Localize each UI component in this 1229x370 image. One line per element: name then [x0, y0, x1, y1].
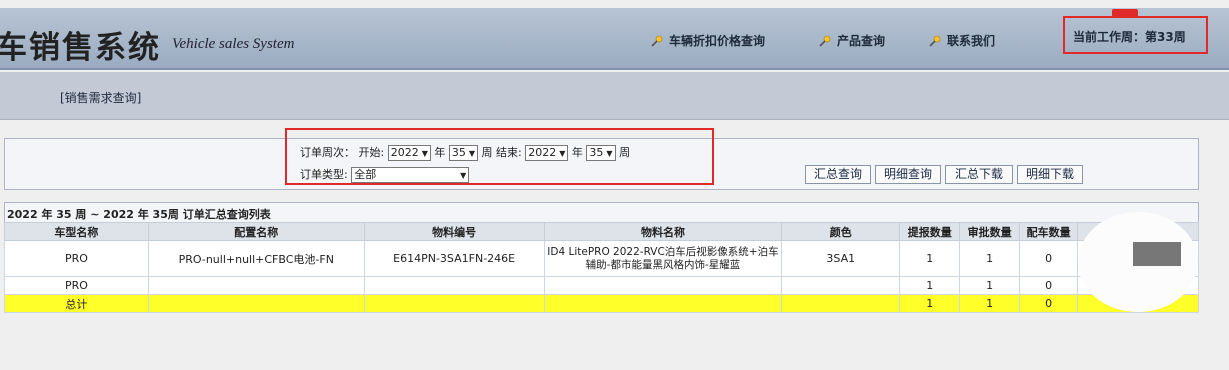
table-header-row: 车型名称 配置名称 物料编号 物料名称 颜色 提报数量 审批数量 配车数量 [4, 222, 1199, 241]
end-year-select[interactable]: 2022 ▼ [525, 145, 569, 161]
chevron-down-icon: ▼ [460, 171, 467, 180]
end-week-select[interactable]: 35 ▼ [586, 145, 616, 161]
breadcrumb-bar: [销售需求查询] [0, 72, 1229, 120]
key-icon [819, 35, 831, 47]
table-cell [543, 276, 783, 295]
table-cell: 1 [959, 240, 1021, 277]
system-subtitle: Vehicle sales System [172, 36, 295, 52]
week-label: 订单周次： [300, 146, 355, 159]
results-panel: 2022 年 35 周 ~ 2022 年 35周 订单汇总查询列表 车型名称 配… [4, 202, 1199, 322]
table-cell: 0 [1019, 276, 1079, 295]
table-cell [147, 276, 365, 295]
table-cell: 3SA1 [781, 240, 901, 277]
table-cell: 1 [959, 276, 1021, 295]
col-header: 颜色 [781, 222, 901, 241]
results-title: 2022 年 35 周 ~ 2022 年 35周 订单汇总查询列表 [4, 202, 1199, 222]
table-cell: 1 [899, 240, 961, 277]
system-title: 车销售系统 [0, 30, 161, 66]
app-header: 车销售系统 Vehicle sales System 车辆折扣价格查询 产品查询… [0, 8, 1229, 70]
start-year-select[interactable]: 2022 ▼ [387, 145, 431, 161]
table-row: PRO 1 1 0 [4, 276, 1199, 295]
week-unit: 周 [619, 146, 631, 159]
end-week-value: 35 [589, 146, 604, 159]
table-total-row: 总计 1 1 0 [4, 294, 1199, 313]
table-cell [781, 276, 901, 295]
col-header: 车型名称 [4, 222, 149, 241]
table-cell: 1 [899, 294, 961, 313]
key-icon [929, 35, 941, 47]
order-type-value: 全部 [354, 168, 377, 181]
table-cell: ID4 LitePRO 2022-RVC泊车后视影像系统+泊车辅助-都市能量黑风… [543, 240, 783, 277]
start-week-select[interactable]: 35 ▼ [448, 145, 479, 161]
col-header: 提报数量 [899, 222, 961, 241]
chevron-down-icon: ▼ [468, 149, 476, 158]
chevron-down-icon: ▼ [559, 149, 566, 158]
table-cell: PRO [4, 276, 149, 295]
col-header: 物料名称 [543, 222, 783, 241]
key-icon [651, 35, 663, 47]
current-work-week: 当前工作周：第33周 [1063, 16, 1208, 54]
year-unit: 年 [571, 146, 583, 159]
nav-discount-price[interactable]: 车辆折扣价格查询 [651, 32, 765, 49]
start-year-value: 2022 [390, 146, 419, 159]
chevron-down-icon: ▼ [606, 149, 613, 158]
week-unit: 周 [481, 146, 493, 159]
nav-discount-price-label: 车辆折扣价格查询 [669, 34, 766, 48]
table-cell [363, 276, 545, 295]
table-cell: 1 [899, 276, 961, 295]
table-cell [363, 294, 545, 313]
detail-query-button[interactable]: 明细查询 [875, 165, 941, 184]
summary-download-button[interactable]: 汇总下载 [945, 165, 1013, 184]
breadcrumb: [销售需求查询] [60, 91, 142, 105]
table-cell: E614PN-3SA1FN-246E [363, 240, 545, 277]
type-label: 订单类型: [300, 168, 348, 181]
table-cell: PRO-null+null+CFBC电池-FN [147, 240, 365, 277]
table-cell: 0 [1019, 294, 1079, 313]
end-label: 结束: [496, 146, 522, 159]
table-cell: 总计 [4, 294, 149, 313]
col-header: 配置名称 [147, 222, 365, 241]
redaction-mark [1133, 242, 1181, 266]
order-type-select[interactable]: 全部 ▼ [351, 167, 470, 183]
week-filter-row: 订单周次： 开始: 2022 ▼ 年 35 ▼ 周 结束: 2022 ▼ 年 35 ▼ … [300, 144, 630, 161]
table-cell [147, 294, 365, 313]
year-unit: 年 [434, 146, 446, 159]
table-cell [543, 294, 783, 313]
type-filter-row: 订单类型: 全部 ▼ [300, 166, 470, 183]
nav-product-query[interactable]: 产品查询 [819, 32, 885, 49]
summary-query-button[interactable]: 汇总查询 [805, 165, 871, 184]
results-table: 车型名称 配置名称 物料编号 物料名称 颜色 提报数量 审批数量 配车数量 PR… [4, 222, 1199, 313]
start-week-value: 35 [451, 146, 466, 159]
nav-product-query-label: 产品查询 [837, 34, 886, 48]
end-year-value: 2022 [528, 146, 557, 159]
col-header: 物料编号 [363, 222, 545, 241]
table-cell: 0 [1019, 240, 1079, 277]
nav-contact-us-label: 联系我们 [947, 34, 996, 48]
nav-contact-us[interactable]: 联系我们 [929, 32, 995, 49]
col-header: 配车数量 [1019, 222, 1079, 241]
table-cell: 1 [959, 294, 1021, 313]
table-cell [781, 294, 901, 313]
table-cell: PRO [4, 240, 149, 277]
table-row: PRO PRO-null+null+CFBC电池-FN E614PN-3SA1F… [4, 240, 1199, 277]
start-label: 开始: [358, 146, 385, 159]
chevron-down-icon: ▼ [421, 149, 428, 158]
col-header: 审批数量 [959, 222, 1021, 241]
detail-download-button[interactable]: 明细下载 [1017, 165, 1083, 184]
